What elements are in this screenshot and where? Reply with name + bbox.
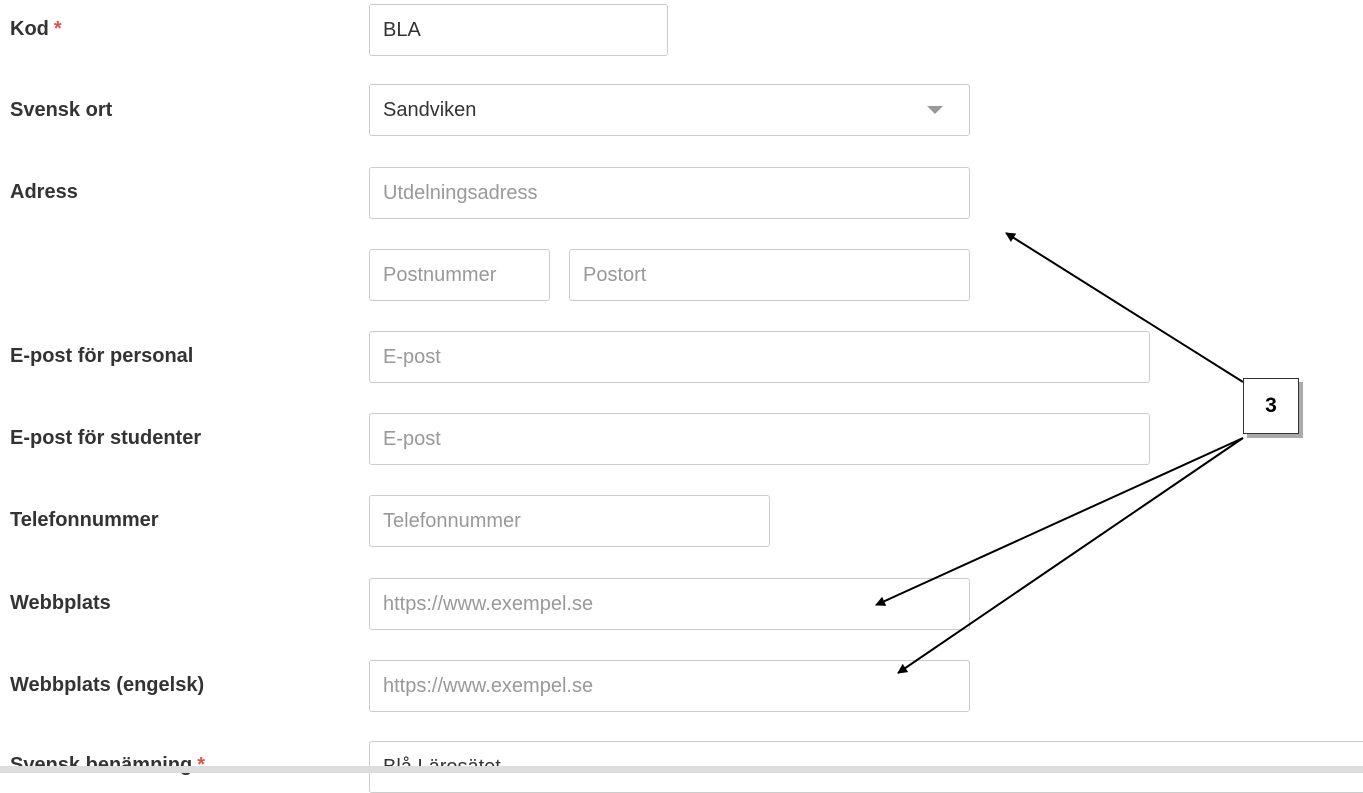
arrow-to-webbplats xyxy=(875,437,1244,606)
arrow-to-webbplats-engelsk xyxy=(897,437,1244,674)
arrow-to-adress xyxy=(1005,232,1244,383)
annotation-callout: 3 xyxy=(1243,378,1299,434)
annotation-arrows xyxy=(875,232,1244,674)
